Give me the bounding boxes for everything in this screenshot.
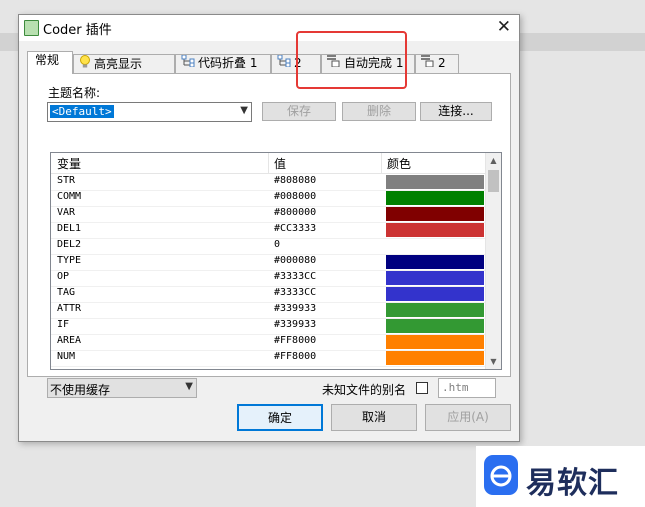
cache-select[interactable]: 不使用缓存 ▼ [47, 378, 197, 398]
theme-name-label: 主题名称: [48, 86, 101, 100]
autocomplete-icon [421, 55, 435, 72]
value-cell: #339933 [274, 319, 317, 330]
tab-label: 高亮显示 [94, 57, 143, 71]
variable-color-table: 变量 值 颜色 STR #808080 COMM #008000 VAR #800000 D… [50, 152, 502, 370]
variable-name-cell: COMM [57, 191, 82, 202]
table-row[interactable]: AREA #FF8000 [51, 334, 487, 351]
general-tab-pane: 主题名称: <Default> ▼ 保存 删除 连接... 变量 值 颜色 ST… [27, 73, 511, 398]
watermark-logo-icon [484, 455, 522, 498]
color-swatch[interactable] [386, 319, 484, 333]
alias-label: 未知文件的别名 [322, 383, 407, 397]
table-row[interactable]: ATTR #339933 [51, 302, 487, 319]
variable-name-cell: VAR [57, 207, 76, 218]
variable-name-cell: TYPE [57, 255, 82, 266]
highlight-box [296, 31, 407, 89]
value-cell: #FF8000 [274, 351, 317, 362]
color-swatch[interactable] [386, 351, 484, 365]
table-row[interactable]: COMM #008000 [51, 190, 487, 207]
variable-name-cell: NUM [57, 351, 76, 362]
vertical-scrollbar[interactable]: ▲ ▼ [485, 153, 501, 369]
tab-label: 2 [438, 56, 446, 70]
window-title: Coder 插件 [43, 23, 112, 38]
value-cell: #008000 [274, 191, 317, 202]
value-cell: #000080 [274, 255, 317, 266]
column-header-variable[interactable]: 变量 [57, 155, 81, 172]
variable-name-cell: ATTR [57, 303, 82, 314]
variable-name-cell: DEL1 [57, 223, 82, 234]
value-cell: #CC3333 [274, 223, 317, 234]
save-button[interactable]: 保存 [262, 102, 336, 121]
ok-button[interactable]: 确定 [237, 404, 323, 431]
color-swatch[interactable] [386, 303, 484, 317]
title-bar: Coder 插件 ✕ [19, 15, 519, 41]
table-row[interactable]: STR #808080 [51, 174, 487, 191]
variable-name-cell: AREA [57, 335, 82, 346]
variable-name-cell: TAG [57, 287, 76, 298]
color-swatch[interactable] [386, 175, 484, 189]
table-row[interactable]: OP #3333CC [51, 270, 487, 287]
color-swatch[interactable] [386, 287, 484, 301]
delete-button[interactable]: 删除 [342, 102, 416, 121]
color-swatch[interactable] [386, 271, 484, 285]
variable-name-cell: OP [57, 271, 70, 282]
column-header-color[interactable]: 颜色 [387, 155, 411, 172]
plugin-dialog: Coder 插件 ✕ 常规 高亮显示 代码折叠 1 2 自动完成 1 2 主题名… [18, 14, 520, 442]
tab-label: 常规 [35, 53, 60, 67]
table-row[interactable]: NUM #FF8000 [51, 350, 487, 367]
variable-name-cell: STR [57, 175, 76, 186]
connect-button[interactable]: 连接... [420, 102, 492, 121]
cancel-button[interactable]: 取消 [331, 404, 417, 431]
tab-highlight[interactable]: 高亮显示 [73, 54, 175, 73]
value-cell: #3333CC [274, 271, 317, 282]
tab-label: 代码折叠 1 [198, 56, 258, 70]
table-row[interactable]: VAR #800000 [51, 206, 487, 223]
color-swatch[interactable] [386, 207, 484, 221]
variable-name-cell: DEL2 [57, 239, 82, 250]
value-cell: #808080 [274, 175, 317, 186]
scroll-thumb[interactable] [488, 170, 499, 192]
fold-tree-icon [277, 54, 291, 72]
value-cell: #FF8000 [274, 335, 317, 346]
chevron-down-icon: ▼ [240, 105, 248, 116]
color-swatch[interactable] [386, 191, 484, 205]
table-row[interactable]: DEL2 0 [51, 238, 487, 255]
alias-checkbox[interactable] [416, 382, 428, 394]
fold-tree-icon [181, 54, 195, 72]
value-cell: #800000 [274, 207, 317, 218]
close-icon[interactable]: ✕ [497, 17, 511, 37]
bulb-icon [79, 55, 91, 74]
value-cell: 0 [274, 239, 281, 250]
color-swatch[interactable] [386, 255, 484, 269]
app-icon [24, 20, 39, 36]
tab-code-folding-1[interactable]: 代码折叠 1 [175, 54, 271, 73]
table-header: 变量 值 颜色 [51, 153, 487, 174]
scroll-up-icon[interactable]: ▲ [486, 153, 501, 168]
tab-general[interactable]: 常规 [27, 51, 73, 74]
value-cell: #3333CC [274, 287, 317, 298]
value-cell: #339933 [274, 303, 317, 314]
column-divider[interactable] [381, 153, 382, 173]
table-row[interactable]: TYPE #000080 [51, 254, 487, 271]
alias-input[interactable]: .htm [438, 378, 496, 398]
tab-autocomplete-2[interactable]: 2 [415, 54, 459, 73]
tab-strip: 常规 高亮显示 代码折叠 1 2 自动完成 1 2 [27, 51, 507, 74]
table-row[interactable]: DEL1 #CC3333 [51, 222, 487, 239]
color-swatch[interactable] [386, 335, 484, 349]
watermark-text: 易软汇 [526, 466, 619, 501]
theme-select[interactable]: <Default> ▼ [47, 102, 252, 122]
watermark: 易软汇 [476, 446, 645, 507]
chevron-down-icon: ▼ [185, 381, 193, 392]
color-swatch[interactable] [386, 223, 484, 237]
theme-select-value: <Default> [50, 105, 114, 118]
table-row[interactable]: TAG #3333CC [51, 286, 487, 303]
column-divider[interactable] [268, 153, 269, 173]
cache-select-value: 不使用缓存 [50, 383, 111, 397]
apply-button[interactable]: 应用(A) [425, 404, 511, 431]
variable-name-cell: IF [57, 319, 70, 330]
color-swatch[interactable] [386, 239, 484, 253]
table-row[interactable]: IF #339933 [51, 318, 487, 335]
scroll-down-icon[interactable]: ▼ [486, 354, 501, 369]
column-header-value[interactable]: 值 [274, 155, 286, 172]
